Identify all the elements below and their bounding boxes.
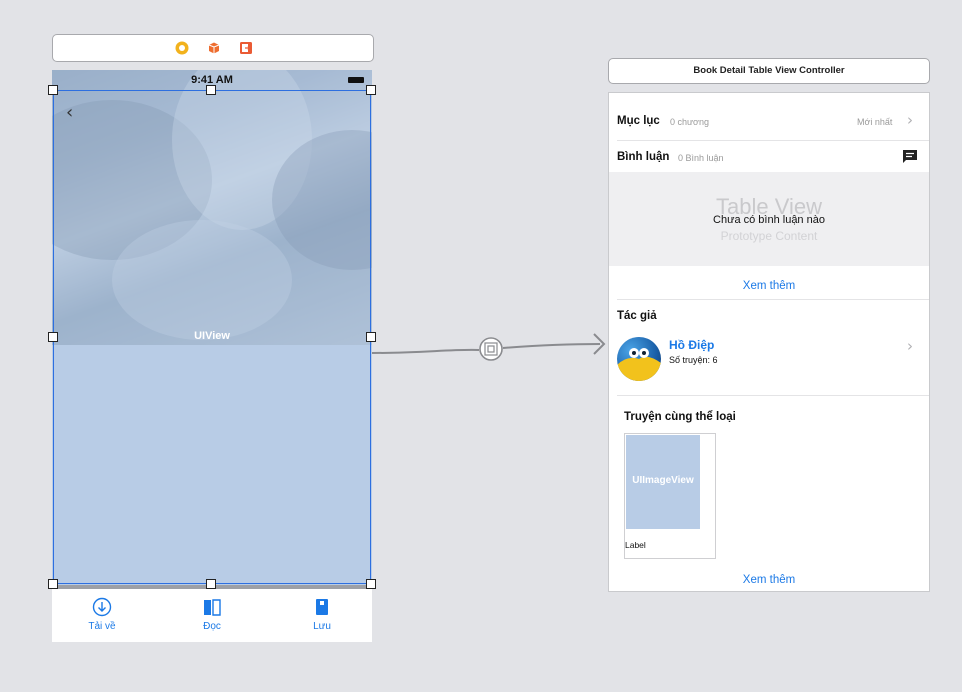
scene-title[interactable]: Book Detail Table View Controller [608, 58, 930, 84]
scene-dock [52, 34, 374, 62]
resize-handle-bottom[interactable] [206, 579, 216, 589]
prototype-content-label: Prototype Content [720, 229, 818, 243]
bottom-toolbar: Tải về Đọc Lưu [52, 589, 372, 642]
see-more-related-button[interactable]: Xem thêm [609, 574, 929, 586]
related-book-title: Label [625, 540, 646, 550]
tab-read-label: Đọc [203, 621, 221, 632]
selection-frame [53, 90, 371, 584]
empty-comments-label: Chưa có bình luận nào [713, 214, 825, 226]
author-avatar-image [617, 348, 661, 381]
chevron-right-icon: › [907, 111, 913, 129]
toc-row[interactable]: Mục lục 0 chương Mới nhất › [609, 107, 929, 139]
author-avatar [617, 337, 661, 381]
author-story-count: Số truyện: 6 [669, 355, 718, 365]
exit-icon[interactable] [239, 41, 253, 55]
toc-count: 0 chương [670, 117, 709, 127]
uiimageview-placeholder-label: UIImageView [632, 475, 694, 486]
comments-table-view: Table View Chưa có bình luận nào Prototy… [609, 172, 929, 266]
tab-save[interactable]: Lưu [282, 597, 362, 632]
view-controller-icon[interactable] [175, 41, 189, 55]
tab-download-label: Tải về [88, 621, 116, 632]
first-responder-icon[interactable] [207, 41, 221, 55]
book-open-icon [204, 599, 221, 616]
resize-handle-bottom-right[interactable] [366, 579, 376, 589]
tab-save-label: Lưu [313, 621, 331, 632]
download-icon [92, 597, 112, 617]
book-detail-table: Mục lục 0 chương Mới nhất › Bình luận 0 … [608, 92, 930, 592]
resize-handle-left[interactable] [48, 332, 58, 342]
separator [617, 140, 929, 141]
chevron-right-icon: › [907, 337, 913, 355]
toc-title: Mục lục [617, 115, 660, 127]
resize-handle-top-left[interactable] [48, 85, 58, 95]
segue-icon[interactable] [479, 337, 503, 361]
comments-title: Bình luận [617, 151, 670, 163]
separator [617, 299, 929, 300]
related-book-cell[interactable]: UIImageView Label [624, 433, 716, 559]
resize-handle-top-right[interactable] [366, 85, 376, 95]
comments-row[interactable]: Bình luận 0 Bình luận [609, 143, 929, 171]
author-name: Hồ Điệp [669, 338, 715, 352]
see-more-comments-button[interactable]: Xem thêm [609, 280, 929, 292]
toc-sort: Mới nhất [857, 117, 893, 127]
comment-icon[interactable] [902, 149, 918, 165]
tab-download[interactable]: Tải về [62, 597, 142, 632]
tab-read[interactable]: Đọc [172, 597, 252, 632]
resize-handle-top[interactable] [206, 85, 216, 95]
related-section-title: Truyện cùng thể loại [624, 411, 736, 423]
bookmark-icon [316, 599, 328, 615]
separator [617, 395, 929, 396]
battery-icon [348, 77, 364, 83]
resize-handle-bottom-left[interactable] [48, 579, 58, 589]
segue-arrow[interactable] [372, 330, 608, 366]
author-section-title: Tác giả [617, 310, 657, 322]
related-book-cover: UIImageView [626, 435, 700, 529]
comments-count: 0 Bình luận [678, 153, 724, 163]
author-row[interactable]: Hồ Điệp Số truyện: 6 › [609, 331, 929, 387]
